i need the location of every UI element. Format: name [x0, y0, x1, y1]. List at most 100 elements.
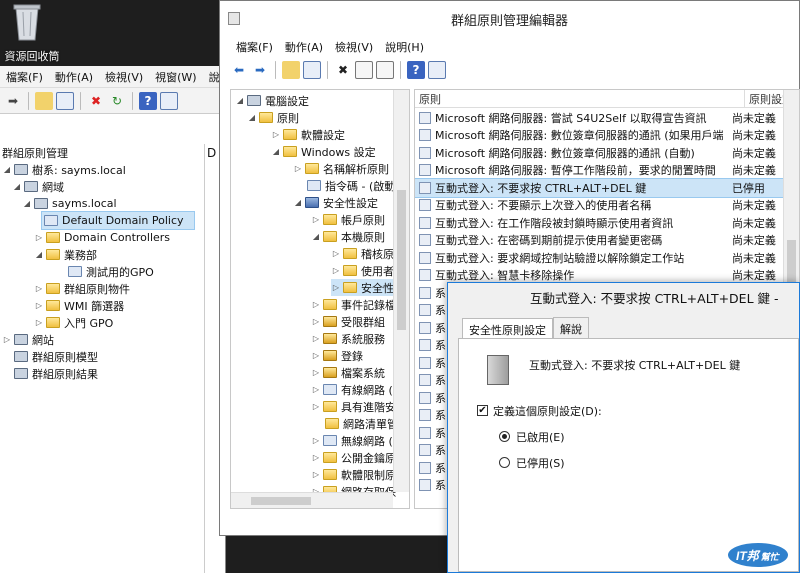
collapsed-arrow-icon[interactable]: ▷ [311, 402, 321, 411]
define-policy-label[interactable]: 定義這個原則設定(D): [493, 403, 602, 419]
disabled-radio[interactable] [499, 457, 510, 468]
forward-arrow-icon[interactable]: ➡ [251, 61, 269, 79]
tree-audit-policy[interactable]: ▷ 稽核原 [331, 245, 394, 262]
tab-explain[interactable]: 解說 [553, 317, 589, 340]
table-row[interactable]: 互動式登入: 在密碼到期前提示使用者變更密碼 尚未定義 [415, 232, 785, 250]
collapsed-arrow-icon[interactable]: ▷ [271, 130, 281, 139]
tree-sites[interactable]: ▷ 網站 [2, 331, 54, 348]
collapsed-arrow-icon[interactable]: ▷ [311, 453, 321, 462]
collapsed-arrow-icon[interactable]: ▷ [311, 470, 321, 479]
tree-gp-modeling[interactable]: 群組原則模型 [12, 348, 98, 365]
expanded-arrow-icon[interactable]: ◢ [34, 250, 44, 259]
collapsed-arrow-icon[interactable]: ▷ [311, 351, 321, 360]
table-row[interactable]: Microsoft 網路伺服器: 數位簽章伺服器的通訊 (如果用戶端 尚未定義 [415, 127, 785, 145]
properties-icon[interactable] [355, 61, 373, 79]
table-row[interactable]: 互動式登入: 要求網域控制站驗證以解除鎖定工作站 尚未定義 [415, 249, 785, 267]
collapsed-arrow-icon[interactable]: ▷ [311, 300, 321, 309]
tree-default-domain-policy[interactable]: Default Domain Policy [41, 211, 195, 230]
enabled-radio[interactable] [499, 431, 510, 442]
tree-domains[interactable]: ◢ 網域 [12, 178, 64, 195]
tree-security-settings[interactable]: ◢ 安全性設定 [293, 194, 378, 211]
collapsed-arrow-icon[interactable]: ▷ [311, 436, 321, 445]
recycle-bin-label[interactable]: 資源回收筒 [0, 48, 64, 64]
expanded-arrow-icon[interactable]: ◢ [22, 199, 32, 208]
tree-advanced-firewall[interactable]: ▷ 具有進階安 [311, 398, 396, 415]
enabled-radio-label[interactable]: 已啟用(E) [516, 429, 565, 445]
menu-file[interactable]: 檔案(F) [0, 69, 49, 85]
export-list-icon[interactable] [376, 61, 394, 79]
forward-arrow-icon[interactable]: ➡ [4, 92, 22, 110]
table-row-selected[interactable]: 互動式登入: 不要求按 CTRL+ALT+DEL 鍵 已停用 [415, 178, 786, 198]
scroll-thumb[interactable] [251, 497, 311, 505]
properties-icon[interactable] [160, 91, 178, 110]
tree-network-list[interactable]: 網路清單管 [323, 415, 398, 432]
up-folder-icon[interactable] [282, 61, 300, 79]
expanded-arrow-icon[interactable]: ◢ [2, 165, 12, 174]
tree-wired-network[interactable]: ▷ 有線網路 ( [311, 381, 393, 398]
tree-computer-config[interactable]: ◢ 電腦設定 [235, 92, 309, 109]
recycle-bin-icon[interactable] [12, 2, 42, 42]
tree-software-restriction[interactable]: ▷ 軟體限制原 [311, 466, 396, 483]
collapsed-arrow-icon[interactable]: ▷ [311, 215, 321, 224]
tree-scripts[interactable]: 指令碼 - (啟動 [305, 177, 395, 194]
expanded-arrow-icon[interactable]: ◢ [271, 147, 281, 156]
tree-registry[interactable]: ▷ 登錄 [311, 347, 363, 364]
tree-horizontal-scrollbar[interactable] [231, 492, 393, 508]
collapsed-arrow-icon[interactable]: ▷ [34, 233, 44, 242]
menu-view[interactable]: 檢視(V) [99, 69, 149, 85]
collapsed-arrow-icon[interactable]: ▷ [311, 334, 321, 343]
tree-event-log[interactable]: ▷ 事件記錄檔 [311, 296, 396, 313]
define-policy-checkbox[interactable]: ✔ [477, 405, 488, 416]
tree-windows-settings[interactable]: ◢ Windows 設定 [271, 143, 376, 160]
expanded-arrow-icon[interactable]: ◢ [293, 198, 303, 207]
filter-icon[interactable] [428, 61, 446, 79]
table-row[interactable]: 互動式登入: 在工作階段被封鎖時顯示使用者資訊 尚未定義 [415, 214, 785, 232]
collapsed-arrow-icon[interactable]: ▷ [34, 284, 44, 293]
expanded-arrow-icon[interactable]: ◢ [235, 96, 245, 105]
tree-software-settings[interactable]: ▷ 軟體設定 [271, 126, 345, 143]
tree-vertical-scrollbar[interactable] [393, 90, 409, 492]
gpme-titlebar[interactable]: 群組原則管理編輯器 [220, 1, 799, 37]
menu-view[interactable]: 檢視(V) [329, 39, 379, 55]
menu-file[interactable]: 檔案(F) [230, 39, 279, 55]
menu-window[interactable]: 視窗(W) [149, 69, 202, 85]
collapsed-arrow-icon[interactable]: ▷ [2, 335, 12, 344]
back-arrow-icon[interactable]: ⬅ [230, 61, 248, 79]
tree-gp-results[interactable]: 群組原則結果 [12, 365, 98, 382]
table-row[interactable]: 互動式登入: 不要顯示上次登入的使用者名稱 尚未定義 [415, 197, 785, 215]
table-row[interactable]: Microsoft 網路伺服器: 數位簽章伺服器的通訊 (自動) 尚未定義 [415, 144, 785, 162]
tree-local-policies[interactable]: ◢ 本機原則 [311, 228, 385, 245]
tree-account-policies[interactable]: ▷ 帳戶原則 [311, 211, 385, 228]
tree-forest[interactable]: ◢ 樹系: sayms.local [2, 161, 126, 178]
collapsed-arrow-icon[interactable]: ▷ [34, 318, 44, 327]
table-row[interactable]: Microsoft 網路伺服器: 暫停工作階段前，要求的閒置時間 尚未定義 [415, 162, 785, 180]
tree-public-key[interactable]: ▷ 公開金鑰原 [311, 449, 396, 466]
tree-domain-controllers[interactable]: ▷ Domain Controllers [34, 229, 170, 246]
collapsed-arrow-icon[interactable]: ▷ [34, 301, 44, 310]
table-row[interactable]: Microsoft 網路伺服器: 嘗試 S4U2Self 以取得宣告資訊 尚未定… [415, 109, 785, 127]
collapsed-arrow-icon[interactable]: ▷ [311, 385, 321, 394]
column-header-policy[interactable]: 原則 [415, 90, 745, 108]
delete-icon[interactable]: ✖ [334, 61, 352, 79]
tree-name-resolution[interactable]: ▷ 名稱解析原則 [293, 160, 389, 177]
collapsed-arrow-icon[interactable]: ▷ [331, 283, 341, 292]
expanded-arrow-icon[interactable]: ◢ [12, 182, 22, 191]
expanded-arrow-icon[interactable]: ◢ [311, 232, 321, 241]
menu-help[interactable]: 說明(H) [379, 39, 430, 55]
dialog-titlebar[interactable]: 互動式登入: 不要求按 CTRL+ALT+DEL 鍵 - [448, 283, 799, 311]
help-icon[interactable]: ? [139, 91, 157, 110]
tree-security-options[interactable]: ▷ 安全性 [331, 279, 394, 296]
tree-wireless-network[interactable]: ▷ 無線網路 ( [311, 432, 393, 449]
expanded-arrow-icon[interactable]: ◢ [247, 113, 257, 122]
menu-action[interactable]: 動作(A) [279, 39, 329, 55]
disabled-radio-label[interactable]: 已停用(S) [516, 455, 565, 471]
show-hide-tree-icon[interactable] [56, 91, 74, 110]
tree-system-services[interactable]: ▷ 系統服務 [311, 330, 385, 347]
collapsed-arrow-icon[interactable]: ▷ [311, 368, 321, 377]
tree-domain[interactable]: ◢ sayms.local [22, 195, 117, 212]
tree-restricted-groups[interactable]: ▷ 受限群組 [311, 313, 385, 330]
tree-file-system[interactable]: ▷ 檔案系統 [311, 364, 385, 381]
tree-gpo-objects[interactable]: ▷ 群組原則物件 [34, 280, 130, 297]
delete-icon[interactable]: ✖ [87, 92, 105, 110]
show-hide-tree-icon[interactable] [303, 61, 321, 79]
